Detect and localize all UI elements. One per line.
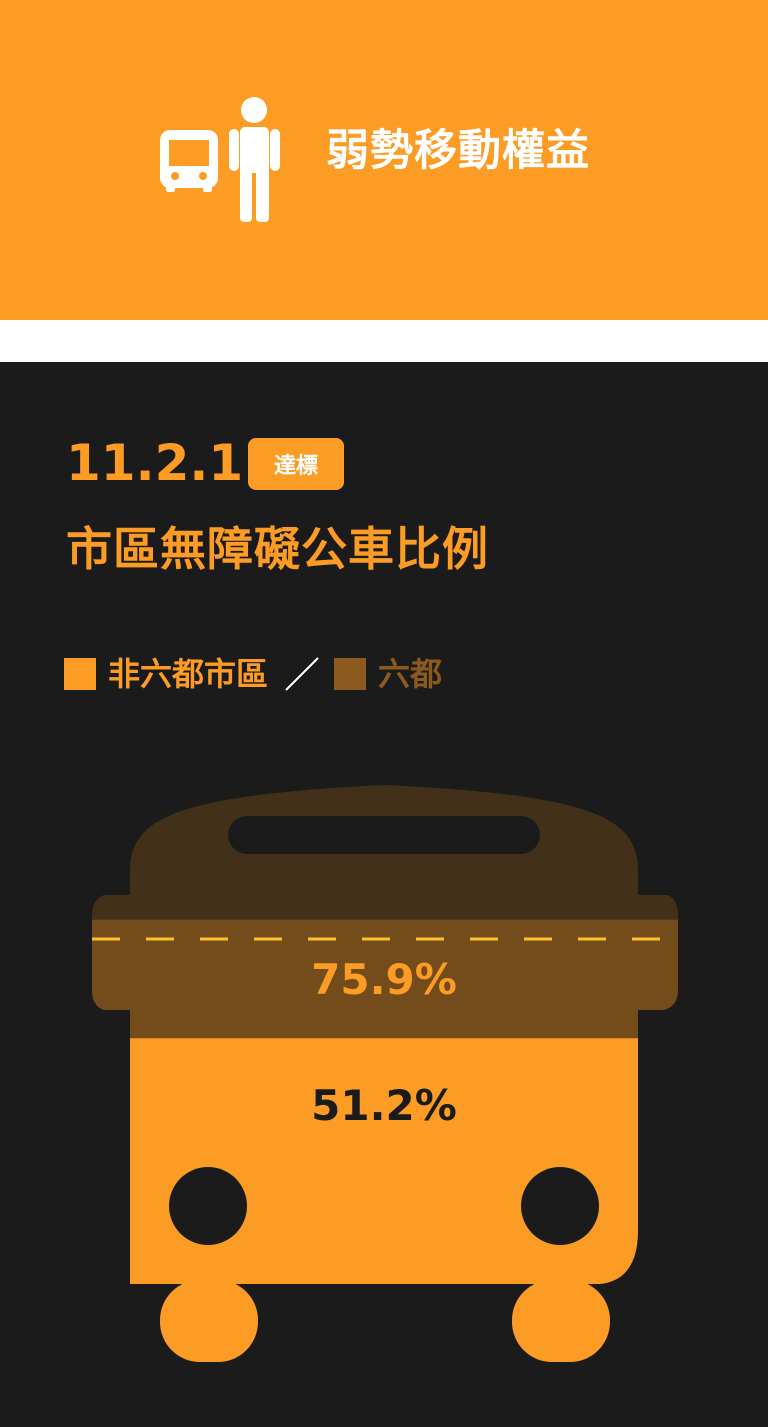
person-icon	[229, 97, 280, 222]
legend-swatch-six-cities	[334, 658, 367, 690]
legend-label-non-six-cities: 非六都市區	[108, 655, 269, 693]
legend-label-six-cities: 六都	[378, 655, 443, 693]
bus-icon	[160, 130, 218, 192]
header-banner: 弱勢移動權益	[0, 0, 768, 320]
legend-separator-slash	[285, 657, 319, 691]
bus-person-icons	[160, 97, 280, 222]
bus-right-wheel	[512, 1280, 610, 1362]
status-badge: 達標	[248, 438, 344, 490]
bus-bar-chart: 75.9% 51.2%	[92, 785, 678, 1362]
bus-window	[228, 816, 540, 854]
value-label-six-cities: 75.9%	[311, 955, 457, 1004]
value-label-non-six-cities: 51.2%	[311, 1081, 457, 1130]
section-title: 弱勢移動權益	[326, 126, 590, 176]
legend: 非六都市區 六都	[64, 654, 442, 694]
bar-non-six-cities	[92, 1038, 678, 1284]
legend-swatch-non-six-cities	[64, 658, 96, 690]
chart-title: 市區無障礙公車比例	[66, 522, 489, 576]
bus-left-headlight	[169, 1167, 247, 1245]
bus-right-headlight	[521, 1167, 599, 1245]
bus-left-wheel	[160, 1280, 258, 1362]
indicator-code: 11.2.1	[66, 434, 244, 492]
